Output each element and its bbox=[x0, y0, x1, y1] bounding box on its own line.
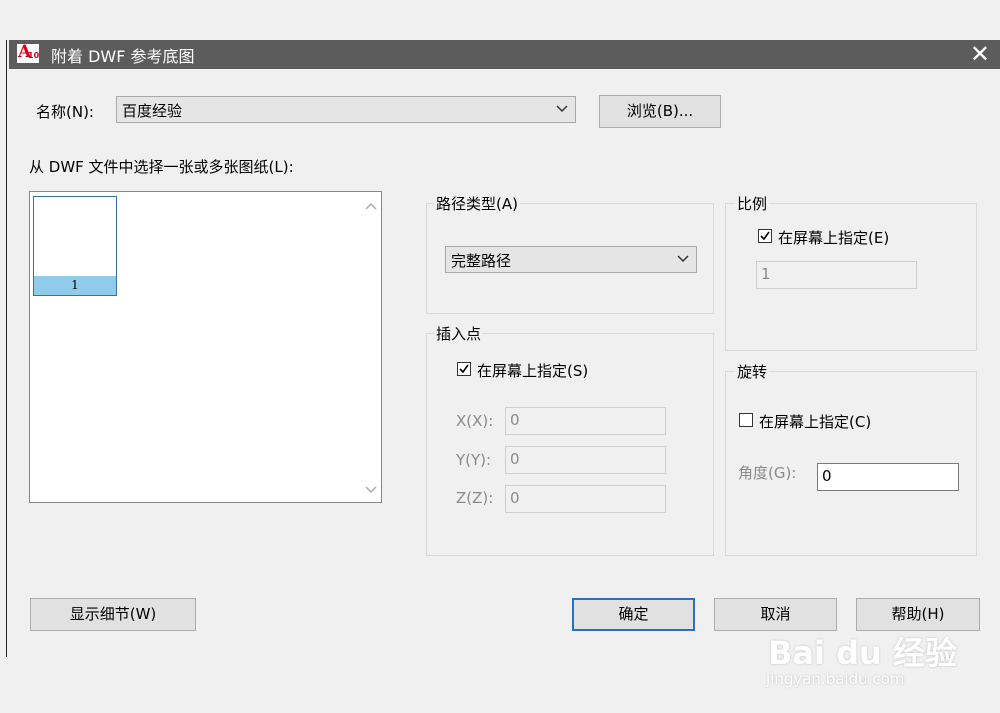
insertion-onscreen-label: 在屏幕上指定(S) bbox=[477, 362, 589, 380]
angle-input[interactable]: 0 bbox=[817, 463, 959, 491]
browse-button[interactable]: 浏览(B)... bbox=[599, 95, 721, 128]
checkmark-icon bbox=[760, 231, 770, 241]
sheet-listbox[interactable]: 1 bbox=[29, 191, 382, 503]
sheet-list-label: 从 DWF 文件中选择一张或多张图纸(L): bbox=[29, 158, 294, 176]
window-title: 附着 DWF 参考底图 bbox=[51, 47, 195, 66]
scale-onscreen-checkbox[interactable] bbox=[758, 229, 772, 243]
y-label: Y(Y): bbox=[456, 451, 492, 469]
checkmark-icon bbox=[459, 364, 469, 374]
sheet-thumbnail-caption: 1 bbox=[34, 276, 116, 295]
path-type-dropdown[interactable]: 完整路径 bbox=[445, 246, 697, 273]
x-input[interactable]: 0 bbox=[505, 407, 666, 435]
rotation-onscreen-checkbox[interactable] bbox=[739, 413, 753, 427]
cancel-button[interactable]: 取消 bbox=[714, 598, 837, 631]
angle-label: 角度(G): bbox=[738, 464, 797, 482]
close-icon[interactable]: ✕ bbox=[970, 40, 990, 68]
sheet-thumbnail[interactable]: 1 bbox=[33, 196, 117, 296]
watermark-url: jingyan.baidu.com bbox=[766, 670, 905, 688]
scale-input[interactable]: 1 bbox=[756, 261, 917, 289]
scale-onscreen-label: 在屏幕上指定(E) bbox=[778, 229, 890, 247]
name-dropdown[interactable]: 百度经验 bbox=[116, 96, 576, 123]
path-type-value: 完整路径 bbox=[451, 252, 512, 270]
name-dropdown-value: 百度经验 bbox=[122, 102, 183, 120]
insertion-onscreen-checkbox[interactable] bbox=[457, 362, 471, 376]
scroll-down-icon[interactable] bbox=[364, 485, 378, 495]
z-input[interactable]: 0 bbox=[505, 485, 666, 513]
ok-button[interactable]: 确定 bbox=[572, 598, 695, 631]
insertion-point-title: 插入点 bbox=[434, 323, 484, 344]
path-type-title: 路径类型(A) bbox=[434, 193, 520, 214]
scale-title: 比例 bbox=[735, 193, 770, 214]
rotation-title: 旋转 bbox=[735, 361, 770, 382]
chevron-down-icon bbox=[556, 105, 568, 113]
x-label: X(X): bbox=[456, 412, 494, 430]
title-bar: A 10 附着 DWF 参考底图 ✕ bbox=[9, 40, 1000, 69]
show-details-button[interactable]: 显示细节(W) bbox=[30, 598, 196, 631]
watermark-logo: Bai du 经验 bbox=[768, 634, 957, 672]
help-button[interactable]: 帮助(H) bbox=[856, 598, 980, 631]
autocad-app-icon: A 10 bbox=[17, 42, 40, 63]
y-input[interactable]: 0 bbox=[505, 446, 666, 474]
name-label: 名称(N): bbox=[36, 103, 94, 121]
chevron-down-icon bbox=[677, 255, 689, 263]
scroll-up-icon[interactable] bbox=[364, 201, 378, 211]
z-label: Z(Z): bbox=[456, 489, 494, 507]
rotation-onscreen-label: 在屏幕上指定(C) bbox=[759, 413, 872, 431]
